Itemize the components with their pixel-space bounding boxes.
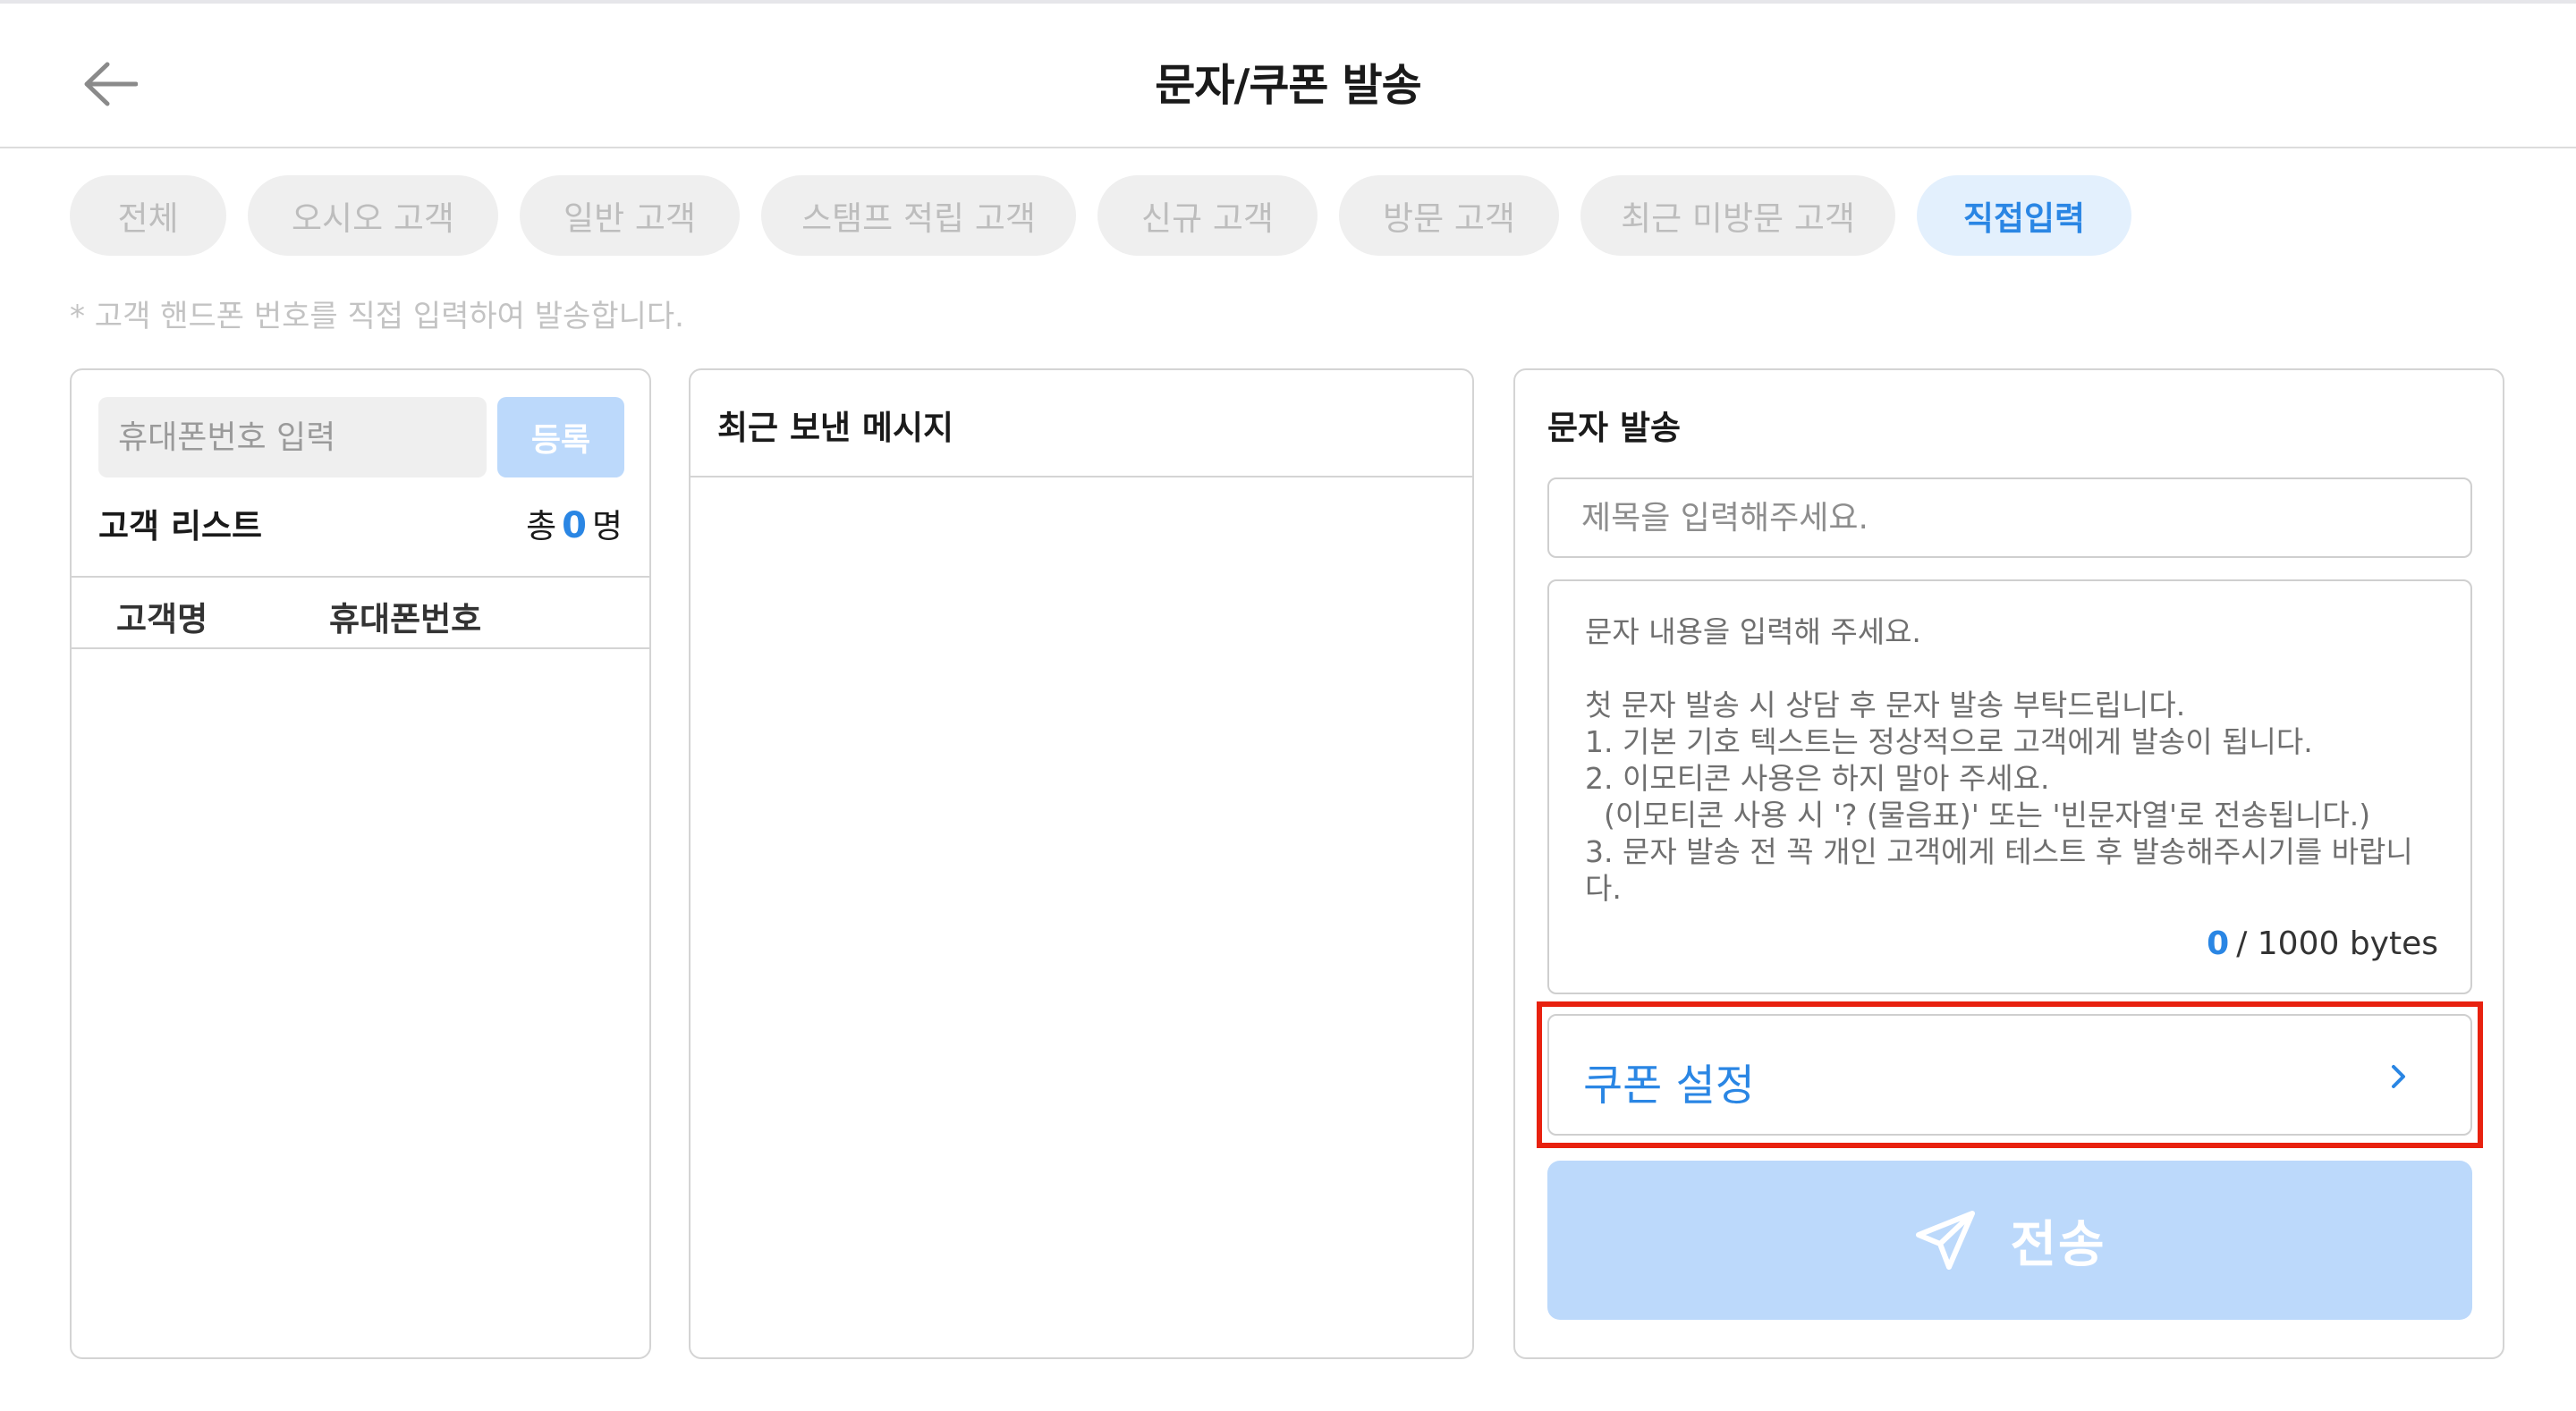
message-line: (이모티콘 사용 시 '? (물음표)' 또는 '빈문자열'로 전송됩니다.) [1585,798,2371,832]
message-placeholder: 문자 내용을 입력해 주세요. 첫 문자 발송 시 상담 후 문자 발송 부탁드… [1585,613,2444,907]
coupon-settings-button[interactable]: 쿠폰 설정 [1547,1014,2472,1136]
byte-count-value: 0 [2207,925,2230,962]
message-line: 1. 기본 기호 텍스트는 정상적으로 고객에게 발송이 됩니다. [1585,724,2313,759]
tab-recent-non-visit-customers[interactable]: 최근 미방문 고객 [1580,175,1895,256]
divider [691,476,1472,477]
count-suffix: 명 [591,507,623,545]
recent-messages-title: 최근 보낸 메시지 [717,409,954,447]
tab-direct-input[interactable]: 직접입력 [1917,175,2131,256]
tab-general-customers[interactable]: 일반 고객 [520,175,740,256]
coupon-settings-label: 쿠폰 설정 [1583,1060,1755,1111]
header: 문자/쿠폰 발송 [0,4,2576,148]
send-message-title: 문자 발송 [1547,409,1682,447]
message-line: 2. 이모티콘 사용은 하지 말아 주세요. [1585,761,2050,796]
tab-all[interactable]: 전체 [70,175,226,256]
recent-messages-panel: 최근 보낸 메시지 [689,368,1474,1359]
customer-list-title: 고객 리스트 [98,507,263,545]
page: 문자/쿠폰 발송 전체 오시오 고객 일반 고객 스탬프 적립 고객 신규 고객… [0,0,2576,1411]
direct-input-note: * 고객 핸드폰 번호를 직접 입력하여 발송합니다. [70,299,684,334]
subject-input[interactable] [1547,477,2472,558]
customer-list-panel: 등록 고객 리스트 총 0 명 고객명 휴대폰번호 [70,368,651,1359]
message-line: 다. [1585,871,1622,906]
send-button[interactable]: 전송 [1547,1161,2472,1320]
send-message-panel: 문자 발송 문자 내용을 입력해 주세요. 첫 문자 발송 시 상담 후 문자 … [1513,368,2504,1359]
count-value: 0 [562,505,587,546]
message-line: 3. 문자 발송 전 꼭 개인 고객에게 테스트 후 발송해주시기를 바랍니 [1585,834,2413,869]
send-icon [1916,1211,1976,1270]
chevron-right-icon [2381,1059,2417,1094]
message-line: 첫 문자 발송 시 상담 후 문자 발송 부탁드립니다. [1585,688,2186,722]
count-prefix: 총 [526,507,557,545]
tab-osio-customers[interactable]: 오시오 고객 [248,175,498,256]
customer-table-header: 고객명 휴대폰번호 [72,576,649,649]
byte-counter: 0 / 1000 bytes [2207,925,2438,962]
column-phone-number: 휴대폰번호 [329,600,482,638]
column-customer-name: 고객명 [116,600,208,638]
message-line [1585,650,2444,687]
customer-count: 총 0 명 [526,499,623,547]
tab-new-customers[interactable]: 신규 고객 [1097,175,1318,256]
tab-stamp-customers[interactable]: 스탬프 적립 고객 [761,175,1076,256]
phone-number-input[interactable] [98,397,487,477]
message-textarea[interactable]: 문자 내용을 입력해 주세요. 첫 문자 발송 시 상담 후 문자 발송 부탁드… [1547,579,2472,994]
send-label: 전송 [2010,1215,2106,1272]
tab-visit-customers[interactable]: 방문 고객 [1339,175,1559,256]
page-title: 문자/쿠폰 발송 [1155,60,1421,111]
customer-filter-tabs: 전체 오시오 고객 일반 고객 스탬프 적립 고객 신규 고객 방문 고객 최근… [70,175,2131,256]
message-line: 문자 내용을 입력해 주세요. [1585,614,1921,649]
byte-count-total: / 1000 bytes [2236,925,2438,962]
register-button[interactable]: 등록 [497,397,624,477]
